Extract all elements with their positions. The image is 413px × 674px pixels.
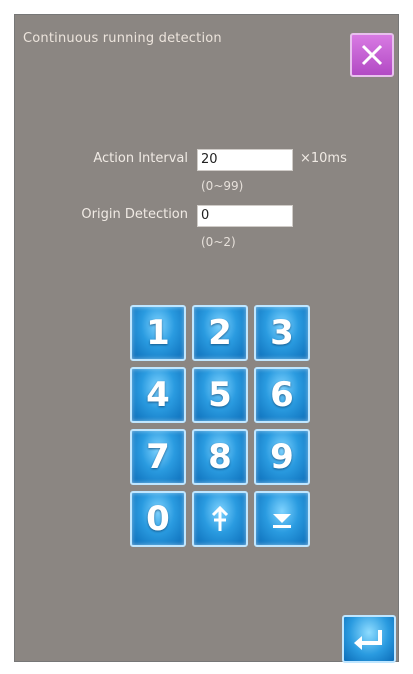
key-9[interactable]: 9	[254, 429, 310, 485]
action-interval-label: Action Interval	[93, 151, 188, 166]
key-3[interactable]: 3	[254, 305, 310, 361]
key-5[interactable]: 5	[192, 367, 248, 423]
enter-icon	[354, 630, 382, 650]
down-key[interactable]	[254, 491, 310, 547]
action-interval-range: (0~99)	[201, 179, 244, 193]
origin-detection-label: Origin Detection	[81, 207, 188, 222]
dialog-panel: Continuous running detection Action Inte…	[14, 14, 399, 663]
arrow-down-icon	[273, 514, 291, 528]
arrow-up-icon	[211, 505, 229, 531]
origin-detection-input[interactable]: 0	[197, 205, 293, 227]
numeric-keypad: 1 2 3 4 5 6 7 8 9 0	[130, 305, 310, 547]
close-icon	[361, 44, 383, 66]
action-interval-unit: ×10ms	[300, 151, 347, 166]
enter-button[interactable]	[342, 615, 396, 663]
key-2[interactable]: 2	[192, 305, 248, 361]
up-key[interactable]	[192, 491, 248, 547]
key-8[interactable]: 8	[192, 429, 248, 485]
key-1[interactable]: 1	[130, 305, 186, 361]
close-button[interactable]	[350, 33, 394, 77]
key-7[interactable]: 7	[130, 429, 186, 485]
dialog-title: Continuous running detection	[23, 31, 222, 46]
origin-detection-range: (0~2)	[201, 235, 236, 249]
key-6[interactable]: 6	[254, 367, 310, 423]
key-0[interactable]: 0	[130, 491, 186, 547]
key-4[interactable]: 4	[130, 367, 186, 423]
action-interval-input[interactable]: 20	[197, 149, 293, 171]
